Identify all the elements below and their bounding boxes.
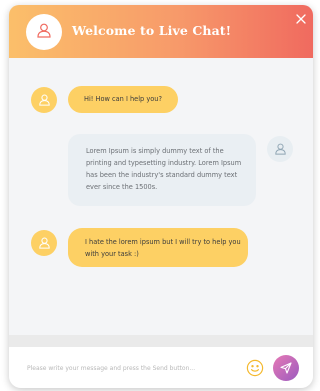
composer-divider	[9, 335, 313, 347]
close-button[interactable]	[294, 11, 308, 25]
message-text: Hi! How can I help you?	[84, 95, 162, 103]
user-icon	[38, 91, 50, 110]
bot-avatar	[31, 230, 57, 256]
message-line: printing and typesetting industry. Lorem…	[86, 159, 242, 167]
send-button[interactable]	[273, 355, 299, 381]
send-icon	[280, 359, 292, 378]
chat-title: Welcome to Live Chat!	[72, 23, 232, 38]
smiley-icon	[246, 359, 264, 381]
user-icon	[38, 234, 50, 253]
message-bubble-bot: I hate the lorem ipsum but I will try to…	[68, 228, 248, 267]
message-bubble-bot: Hi! How can I help you?	[68, 86, 178, 113]
message-input[interactable]	[27, 359, 237, 377]
emoji-button[interactable]	[246, 359, 264, 377]
user-icon	[37, 23, 51, 42]
message-line: I hate the lorem ipsum but I will try to…	[85, 238, 241, 246]
close-icon	[296, 9, 306, 28]
user-icon	[274, 140, 286, 159]
message-list: Hi! How can I help you? Lorem Ipsum is s…	[9, 58, 313, 335]
live-chat-widget: Welcome to Live Chat! Hi! How can I help…	[9, 5, 313, 388]
message-line: Lorem Ipsum is simply dummy text of the	[86, 147, 224, 155]
message-composer	[9, 347, 313, 388]
header-avatar	[26, 14, 62, 50]
message-line: with your task :)	[85, 250, 139, 258]
message-bubble-user: Lorem Ipsum is simply dummy text of the …	[68, 134, 256, 206]
user-avatar	[267, 136, 293, 162]
message-line: ever since the 1500s.	[86, 183, 158, 191]
chat-header: Welcome to Live Chat!	[9, 5, 313, 58]
bot-avatar	[31, 87, 57, 113]
message-line: has been the industry's standard dummy t…	[86, 171, 238, 179]
